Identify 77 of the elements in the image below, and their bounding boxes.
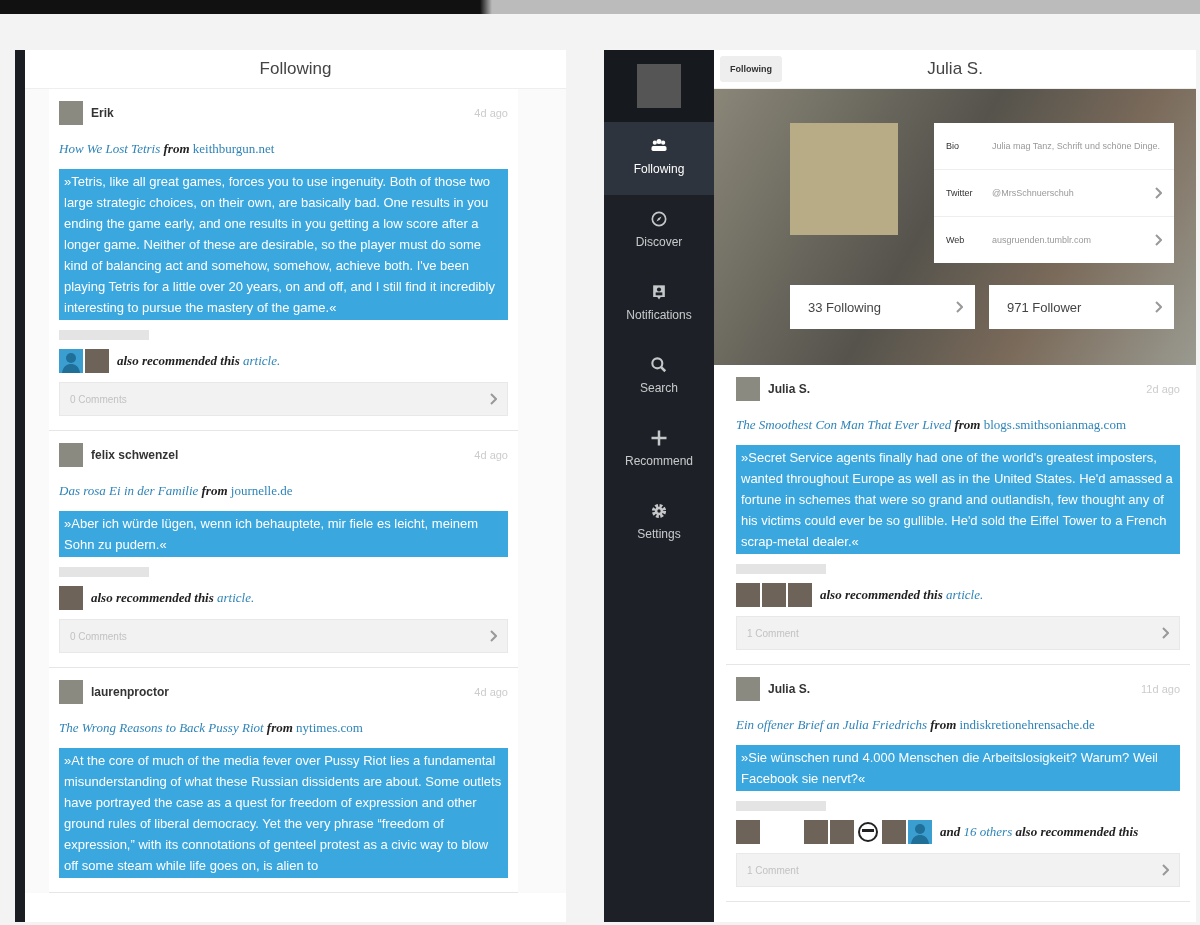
- article-link[interactable]: article.: [217, 590, 255, 605]
- recommendation-note: also recommended this article.: [117, 353, 281, 369]
- nav-item[interactable]: Discover: [604, 195, 714, 268]
- info-link[interactable]: @MrsSchnuerschuh: [992, 188, 1146, 198]
- settings-icon: [649, 501, 669, 521]
- nav-item[interactable]: Recommend: [604, 414, 714, 487]
- avatar-photo[interactable]: [762, 583, 786, 607]
- article-link[interactable]: How We Lost Tetris: [59, 141, 161, 156]
- article-link[interactable]: article.: [243, 353, 281, 368]
- source-link[interactable]: keithburgun.net: [192, 141, 275, 156]
- user-name[interactable]: felix schwenzel: [91, 448, 467, 462]
- info-label: Bio: [946, 141, 960, 151]
- chevron-icon: [1161, 627, 1169, 639]
- nav-item[interactable]: Settings: [604, 487, 714, 560]
- avatar-photo[interactable]: [736, 377, 760, 401]
- avatar-photo[interactable]: [85, 349, 109, 373]
- recommendation-note: and 16 others also recommended this: [940, 824, 1139, 840]
- avatar-photo[interactable]: [59, 680, 83, 704]
- user-name[interactable]: laurenproctor: [91, 685, 467, 699]
- article-line: The Wrong Reasons to Back Pussy Riot from nytimes.com: [59, 720, 364, 736]
- nav-item[interactable]: Search: [604, 341, 714, 414]
- avatar-photo[interactable]: [736, 820, 760, 844]
- article-link[interactable]: 16 others: [963, 824, 1013, 839]
- screen-title: Julia S.: [927, 59, 983, 79]
- quote-text: »Tetris, like all great games, forces you to use ingenuity. Both of those two large strategic choices, on their own, are basically bad. One results in you ending the game early, and one results in you getting a low score after a longer game. Neither of these are desirable, so the player must do some kind of balancing act and somehow, somehow, achieve both. I've been playing Tetris for a little over 20 years, on and off, and I still find it incredibly interesting to pursue the mastery of the game.«: [59, 169, 508, 320]
- article-link[interactable]: Das rosa Ei in der Familie: [59, 483, 199, 498]
- chevron-icon: [1154, 301, 1162, 313]
- user-name[interactable]: Julia S.: [768, 382, 1139, 396]
- article-link[interactable]: Ein offener Brief an Julia Friedrichs: [736, 717, 927, 732]
- source-link[interactable]: indiskretionehrensache.de: [959, 717, 1095, 732]
- avatar-photo[interactable]: [804, 820, 828, 844]
- user-name[interactable]: Julia S.: [768, 682, 1134, 696]
- source-link[interactable]: nytimes.com: [296, 720, 363, 735]
- info-link[interactable]: ausgruenden.tumblr.com: [992, 235, 1146, 245]
- avatar-photo[interactable]: [59, 443, 83, 467]
- quote-text: »At the core of much of the media fever over Pussy Riot lies a fundamental misunderstanding of what these Russian dissidents are about. Some outlets have portrayed the case as a quest for freedom of expression and other ground rules of liberal democracy. Yet the very phrase “freedom of expression,” with its connotations of genteel protest as a civic way to blow off some steam while life goes on, is alien to: [59, 748, 508, 878]
- nav-item[interactable]: Notifications: [604, 268, 714, 341]
- info-value: Julia mag Tanz, Schrift und schöne Dinge.: [992, 141, 1161, 151]
- person-silhouette-icon[interactable]: [59, 349, 83, 373]
- chevron-icon: [489, 630, 497, 642]
- source-link[interactable]: journelle.de: [230, 483, 293, 498]
- screen-title: Following: [259, 59, 332, 79]
- nav-item[interactable]: Following: [604, 122, 714, 195]
- chevron-icon: [1161, 864, 1169, 876]
- avatar-photo[interactable]: [788, 583, 812, 607]
- recommendation-note: also recommended this article.: [820, 587, 984, 603]
- recommendation-note: also recommended this article.: [91, 590, 255, 606]
- info-label: Web: [946, 235, 966, 245]
- avatar-photo[interactable]: [637, 64, 681, 108]
- avatar-photo[interactable]: [59, 586, 83, 610]
- person-silhouette-icon[interactable]: [908, 820, 932, 844]
- back-button[interactable]: Following: [720, 56, 782, 82]
- article-link[interactable]: The Smoothest Con Man That Ever Lived: [736, 417, 952, 432]
- source-link[interactable]: blogs.smithsonianmag.com: [983, 417, 1126, 432]
- chevron-icon: [955, 301, 963, 313]
- avatar-photo[interactable]: [736, 583, 760, 607]
- article-line: How We Lost Tetris from keithburgun.net: [59, 141, 276, 157]
- compass-icon: [649, 209, 669, 229]
- user-name[interactable]: Erik: [91, 106, 467, 120]
- article-link[interactable]: article.: [946, 587, 984, 602]
- article-line: The Smoothest Con Man That Ever Lived from blogs.smithsonianmag.com: [736, 417, 1127, 433]
- plus-icon: [649, 428, 669, 448]
- avatar-photo[interactable]: [59, 101, 83, 125]
- info-label: Twitter: [946, 188, 974, 198]
- search-icon: [649, 355, 669, 375]
- quote-text: »Sie wünschen rund 4.000 Menschen die Arbeitslosigkeit? Warum? Weil Facebook sie nervt?«: [736, 745, 1180, 791]
- chevron-icon: [489, 393, 497, 405]
- article-line: Ein offener Brief an Julia Friedrichs from indiskretionehrensache.de: [736, 717, 1096, 733]
- article-link[interactable]: The Wrong Reasons to Back Pussy Riot: [59, 720, 264, 735]
- avatar-photo[interactable]: [736, 677, 760, 701]
- chevron-icon: [1154, 234, 1162, 246]
- quote-text: »Secret Service agents finally had one of the world's greatest imposters, wanted throughout Europe as well as in the United States. He'd amassed a fortune in schemes that were so grand and outlandish, few thought any of his victims could ever be so gullible. He'd sold the Eiffel Tower to a French scrap-metal dealer.«: [736, 445, 1180, 554]
- chevron-icon: [1154, 187, 1162, 199]
- article-line: Das rosa Ei in der Familie from journelle.de: [59, 483, 294, 499]
- quote-text: »Aber ich würde lügen, wenn ich behauptete, mir fiele es leicht, meinem Sohn zu pudern.«: [59, 511, 508, 557]
- stat-button[interactable]: 971 Follower: [989, 285, 1174, 329]
- stat-button[interactable]: 33 Following: [790, 285, 975, 329]
